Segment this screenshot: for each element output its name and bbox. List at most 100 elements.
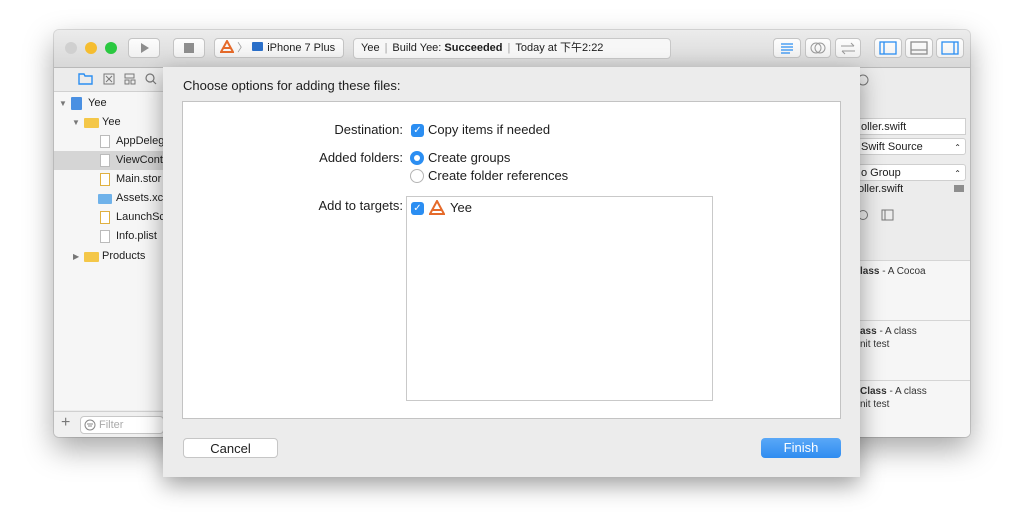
file-row[interactable]: Assets.xc <box>54 189 164 208</box>
file-row[interactable]: Main.stor <box>54 170 164 189</box>
target-row[interactable]: ✓ Yee <box>407 197 712 219</box>
swift-file-icon <box>100 135 110 148</box>
copy-items-label: Copy items if needed <box>428 122 551 137</box>
project-icon <box>71 97 82 110</box>
options-box: Destination: ✓ Copy items if needed Adde… <box>182 101 841 419</box>
filename-field[interactable]: oller.swift <box>858 118 966 135</box>
location-value: o Group <box>861 167 901 179</box>
file-row[interactable]: AppDeleg <box>54 132 164 151</box>
group-name: Yee <box>102 116 121 128</box>
device-name: iPhone 7 Plus <box>267 42 336 54</box>
finish-button[interactable]: Finish <box>761 438 841 458</box>
disclosure-open-icon[interactable]: ▼ <box>59 94 67 113</box>
zoom-light[interactable] <box>105 42 117 54</box>
stop-icon <box>184 43 194 53</box>
file-name: ViewCont <box>116 154 163 166</box>
disclosure-closed-icon[interactable]: ▶ <box>73 247 79 266</box>
standard-editor-button[interactable] <box>773 38 801 58</box>
tree-row-group[interactable]: ▼ Yee <box>54 113 164 132</box>
radio-dot-icon <box>414 155 420 161</box>
file-row-selected[interactable]: ViewCont <box>54 151 164 170</box>
stepper-icon: ⌃ <box>954 169 961 178</box>
checkmark-icon: ✓ <box>413 125 422 136</box>
assistant-editor-button[interactable] <box>805 38 831 58</box>
scheme-selector[interactable]: 〉 iPhone 7 Plus <box>214 38 344 58</box>
sheet-title: Choose options for adding these files: <box>183 78 401 93</box>
lines-icon <box>781 43 793 54</box>
folder-icon[interactable] <box>78 73 93 85</box>
plist-file-icon <box>100 230 110 243</box>
copy-items-checkbox[interactable]: ✓ <box>411 124 424 137</box>
library-desc: - A class <box>886 386 927 397</box>
file-type-select[interactable]: Swift Source ⌃ <box>858 138 966 155</box>
file-name: LaunchSc <box>116 211 164 223</box>
search-icon[interactable] <box>145 73 157 85</box>
full-path: oller.swift <box>858 183 904 195</box>
library-desc: - A class <box>876 326 917 337</box>
toggle-inspector-button[interactable] <box>936 38 964 58</box>
status-time: Today at 下午2:22 <box>515 42 604 54</box>
create-folder-refs-label: Create folder references <box>428 168 569 183</box>
stepper-icon: ⌃ <box>954 143 961 152</box>
target-name: Yee <box>450 200 472 215</box>
symbol-icon[interactable] <box>103 73 115 85</box>
tree-row-products[interactable]: ▶ Products <box>54 247 164 266</box>
library-title: Class <box>860 386 887 397</box>
version-editor-button[interactable] <box>835 38 861 58</box>
file-name: Assets.xc <box>116 192 164 204</box>
toggle-debug-button[interactable] <box>905 38 933 58</box>
hierarchy-icon[interactable] <box>124 73 136 85</box>
products-name: Products <box>102 250 146 262</box>
run-button[interactable] <box>128 38 160 58</box>
library-desc: - A Cocoa <box>879 266 926 277</box>
library-title: lass <box>860 266 880 277</box>
project-navigator: ▼ Yee ▼ Yee AppDeleg ViewCont Main.stor … <box>54 92 164 410</box>
toggle-navigator-button[interactable] <box>874 38 902 58</box>
bottom-panel-icon <box>910 41 928 55</box>
file-type-value: Swift Source <box>861 141 923 153</box>
storyboard-file-icon <box>100 211 110 224</box>
library-item[interactable]: lass - A Cocoa <box>854 260 970 320</box>
play-icon <box>141 43 149 53</box>
library-item[interactable]: ass - A class nit test <box>854 320 970 380</box>
filter-placeholder: Filter <box>99 419 124 431</box>
create-folder-refs-radio[interactable] <box>410 169 424 183</box>
app-target-icon <box>219 38 235 53</box>
target-checkbox[interactable]: ✓ <box>411 202 424 215</box>
storyboard-file-icon <box>100 173 110 186</box>
swift-file-icon <box>100 154 110 167</box>
navigator-filter-bar: + Filter <box>54 411 164 437</box>
disclosure-open-icon[interactable]: ▼ <box>72 113 80 132</box>
navigator-tabs <box>78 73 157 85</box>
right-panel-icon <box>941 41 959 55</box>
reveal-folder-icon[interactable] <box>954 185 964 192</box>
add-icon[interactable]: + <box>61 414 70 432</box>
close-light[interactable] <box>65 42 77 54</box>
status-build: Build Yee: <box>392 42 442 54</box>
file-row[interactable]: Info.plist <box>54 227 164 246</box>
library-tabs <box>858 209 894 221</box>
quick-help-icon[interactable] <box>858 71 878 91</box>
tree-row-project[interactable]: ▼ Yee <box>54 94 164 113</box>
library-item[interactable]: Class - A class nit test <box>854 380 970 437</box>
file-name: Main.stor <box>116 173 162 185</box>
location-select[interactable]: o Group ⌃ <box>858 164 966 181</box>
create-groups-radio[interactable] <box>410 151 424 165</box>
folder-icon <box>84 118 99 128</box>
stop-button[interactable] <box>173 38 205 58</box>
status-result: Succeeded <box>444 42 503 54</box>
activity-viewer: Yee | Build Yee: Succeeded | Today at 下午2:22 <box>353 38 671 59</box>
left-panel-icon <box>879 41 897 55</box>
destination-label: Destination: <box>334 122 403 137</box>
rings-icon <box>810 42 826 54</box>
cancel-button[interactable]: Cancel <box>183 438 278 458</box>
filter-field[interactable]: Filter <box>80 416 164 434</box>
add-targets-label: Add to targets: <box>318 198 403 213</box>
create-groups-label: Create groups <box>428 150 511 165</box>
media-library-icon[interactable] <box>881 209 894 221</box>
added-folders-label: Added folders: <box>319 150 403 165</box>
minimize-light[interactable] <box>85 42 97 54</box>
file-row[interactable]: LaunchSc <box>54 208 164 227</box>
toolbar: 〉 iPhone 7 Plus Yee | Build Yee: Succeeded… <box>54 30 970 68</box>
file-name: Info.plist <box>116 230 157 242</box>
